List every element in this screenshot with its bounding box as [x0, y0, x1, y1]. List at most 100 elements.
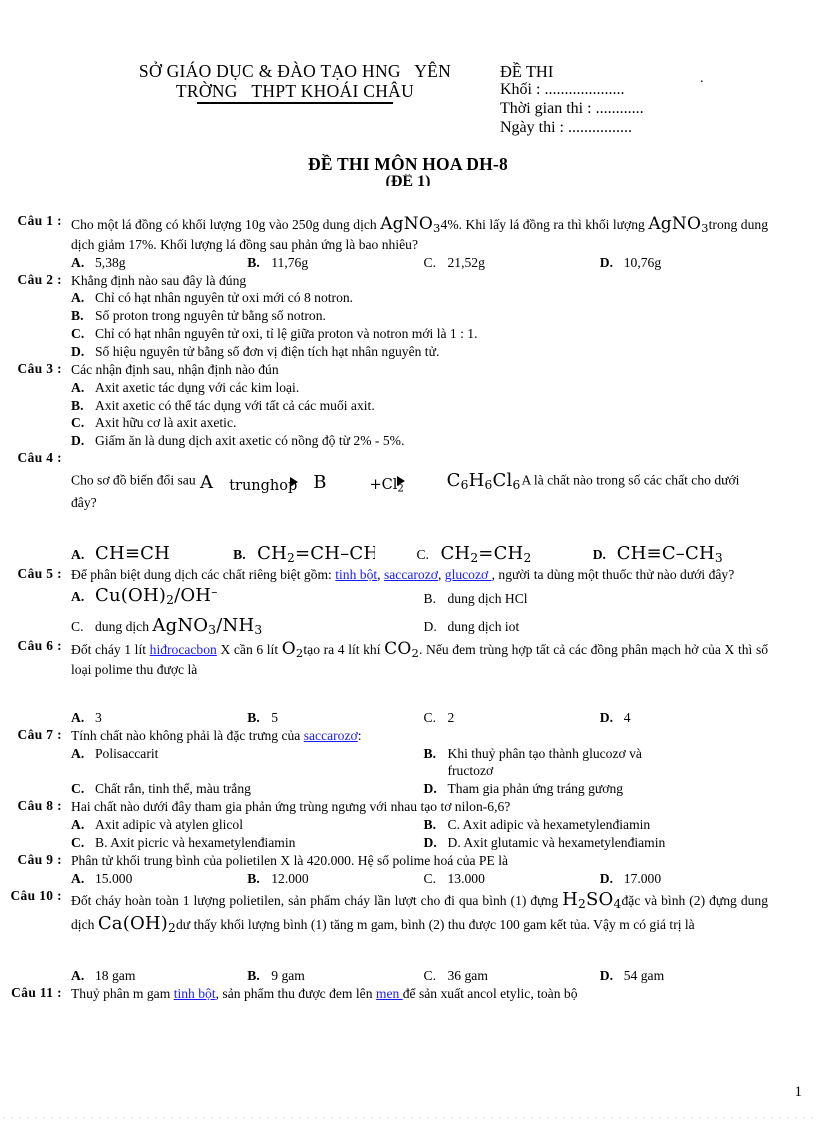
option-letter-b: B.: [423, 817, 436, 833]
footer-dotted-rule: [0, 1117, 816, 1119]
q2-option-a-row: A. Chỉ có hạt nhân nguyên tử oxi mới có 8…: [0, 289, 816, 307]
q3-option-a[interactable]: Axit axetic tác dụng với các kim loại.: [95, 379, 299, 397]
q2-option-b[interactable]: Số proton trong nguyên tử bằng số notron…: [95, 307, 326, 325]
q5-option-c[interactable]: dung dịch AgNO3/NH3: [95, 614, 262, 638]
q10-option-b[interactable]: 9 gam: [271, 967, 305, 985]
question-7: Câu 7 : Tính chất nào không phải là đặc …: [0, 727, 816, 745]
question-10: Câu 10 : Đốt cháy hoàn toàn 1 lượng poli…: [0, 888, 816, 938]
q7-text-a: Tính chất nào không phải là đặc trưng củ…: [71, 727, 301, 743]
q10-option-a[interactable]: 18 gam: [95, 967, 135, 985]
question-8-options-row1: A. Axit adipic và atylen glicol B. C. Axit…: [0, 816, 816, 834]
q6-option-d[interactable]: 4: [624, 709, 631, 727]
q1-option-d[interactable]: 10,76g: [624, 254, 661, 272]
option-row-item: C. 21,52g: [424, 254, 600, 272]
q5-text-b: , người ta dùng một thuốc thử nào dưới đ…: [491, 567, 735, 583]
q5-option-d[interactable]: dung dịch iot: [448, 618, 520, 636]
q2-option-d[interactable]: Số hiệu nguyên tử bằng số đơn vị điện tí…: [95, 343, 439, 361]
question-9-options: A. 15.000 B. 12.000 C. 13.000 D. 17.000: [0, 870, 816, 888]
q1-option-c[interactable]: 21,52g: [448, 254, 485, 272]
q7-option-c[interactable]: Chất rắn, tinh thể, màu trắng: [95, 780, 251, 798]
option-letter-a: A.: [71, 290, 85, 306]
option-row-item: B. 5: [247, 709, 423, 727]
header-underline: [197, 102, 393, 104]
link-tinh-bot[interactable]: tinh bột: [335, 567, 377, 582]
link-saccarozo[interactable]: saccarozơ: [384, 567, 438, 582]
q8-option-a[interactable]: Axit adipic và atylen glicol: [95, 816, 243, 834]
q3-option-c[interactable]: Axit hữu cơ là axit axetic.: [95, 414, 236, 432]
q3-option-b[interactable]: Axit axetic có thể tác dụng với tất cả c…: [95, 397, 375, 415]
q3-option-b-row: B. Axit axetic có thể tác dụng với tất cả…: [0, 397, 816, 415]
q1-option-b[interactable]: 11,76g: [271, 254, 308, 272]
option-row-item: A. CH≡CH: [71, 542, 233, 566]
option-row-item: D. D. Axit glutamic và hexametylenđiamin: [424, 834, 777, 852]
link-tinh-bot[interactable]: tinh bột: [174, 986, 216, 1001]
q10-option-c[interactable]: 36 gam: [448, 967, 488, 985]
question-5-text: Để phân biệt dung dịch các chất riêng bi…: [68, 566, 816, 584]
question-5-options-row1: A. Cu(OH)2/OH– B. dung dịch HCl: [0, 584, 816, 608]
question-11-text: Thuỷ phân m gam tinh bột, sản phẩm thu đ…: [68, 985, 816, 1003]
question-10-label: Câu 10 :: [10, 887, 62, 903]
question-3-text: Các nhận định sau, nhận định nào đún: [71, 361, 279, 377]
question-6: Câu 6 : Đốt cháy 1 lít hiđrocacbon X cần…: [0, 638, 816, 679]
q7-option-b[interactable]: Khi thuỷ phân tạo thành glucozơ và fruct…: [448, 745, 663, 781]
q9-option-a[interactable]: 15.000: [95, 870, 132, 888]
q10-text-c: dư thấy khối lượng bình (1) tăng m gam, …: [176, 917, 695, 933]
q5-option-a[interactable]: Cu(OH)2/OH–: [95, 584, 218, 608]
option-letter-d: D.: [71, 433, 85, 449]
q4-option-a[interactable]: CH≡CH: [95, 542, 170, 566]
option-letter-d: D.: [423, 781, 437, 797]
q6-option-a[interactable]: 3: [95, 709, 102, 727]
q4-option-d[interactable]: CH≡C–CH3: [617, 542, 723, 566]
grade-field: Khối : ....................: [500, 81, 625, 99]
option-row-item: C. B. Axit picric và hexametylenđiamin: [71, 834, 424, 852]
q7-text-b: :: [357, 727, 362, 743]
reaction-arrow-2-icon: +Cl2: [327, 476, 447, 495]
option-row-item: B. 12.000: [247, 870, 423, 888]
q2-option-a[interactable]: Chỉ có hạt nhân nguyên tử oxi mới có 8 n…: [95, 289, 353, 307]
q10-option-d[interactable]: 54 gam: [624, 967, 664, 985]
exam-page: SỞ GIÁO DỤC & ĐÀO TẠO HNG YÊN TRỜNG THPT…: [0, 0, 816, 1123]
q5-option-b[interactable]: dung dịch HCl: [448, 590, 528, 608]
scheme-species-a: A: [200, 471, 214, 493]
q6-formula-o2: O2: [281, 639, 304, 661]
q7-option-a[interactable]: Polisaccarit: [95, 745, 158, 763]
question-10-options: A. 18 gam B. 9 gam C. 36 gam D. 54 gam: [0, 967, 816, 985]
question-9: Câu 9 : Phân tử khối trung bình của poli…: [0, 852, 816, 870]
q10-formula-caoh2: Ca(OH)2: [97, 913, 176, 936]
option-row-item: A. Axit adipic và atylen glicol: [71, 816, 424, 834]
link-glucozo[interactable]: glucozơ: [445, 567, 492, 582]
q3-option-d[interactable]: Giấm ăn là dung dịch axit axetic có nồng…: [95, 432, 404, 450]
q2-option-c[interactable]: Chỉ có hạt nhân nguyên tử oxi, tỉ lệ giữ…: [95, 325, 477, 343]
exam-label: ĐỀ THI: [500, 62, 554, 81]
option-letter-c: C.: [423, 709, 436, 725]
link-hidrocacbon[interactable]: hiđrocacbon: [150, 642, 217, 657]
link-saccarozo[interactable]: saccarozơ: [304, 728, 358, 743]
question-8-label: Câu 8 :: [17, 798, 62, 814]
exam-info-block: ĐỀ THI Khối : .................... Thời …: [500, 62, 800, 137]
link-men[interactable]: men: [376, 986, 403, 1001]
q6-option-b[interactable]: 5: [271, 709, 278, 727]
q4-option-b[interactable]: CH2=CH–CH3: [257, 542, 375, 566]
q9-option-c[interactable]: 13.000: [448, 870, 485, 888]
q8-option-c[interactable]: B. Axit picric và hexametylenđiamin: [95, 834, 295, 852]
q1-text-b: 4%. Khi lấy lá đồng ra thì khối lượng: [440, 217, 645, 232]
q8-option-d[interactable]: D. Axit glutamic và hexametylenđiamin: [448, 834, 666, 852]
q6-formula-co2: CO2: [384, 639, 420, 661]
q7-option-d[interactable]: Tham gia phản ứng tráng gương: [448, 780, 624, 798]
q8-option-b[interactable]: C. Axit adipic và hexametylenđiamin: [448, 816, 651, 834]
q4-option-c[interactable]: CH2=CH2: [440, 542, 531, 566]
option-row-item: C. 13.000: [424, 870, 600, 888]
q9-option-b[interactable]: 12.000: [271, 870, 308, 888]
question-11-label: Câu 11 :: [11, 985, 62, 1001]
option-letter-b: B.: [71, 308, 84, 324]
option-row-item: B. Khi thuỷ phân tạo thành glucozơ và fru…: [424, 745, 777, 781]
arrow-1-label: trunghop: [229, 477, 298, 494]
option-row-item: D. 17.000: [600, 870, 776, 888]
q6-option-c[interactable]: 2: [448, 709, 455, 727]
q3-option-d-row: D. Giấm ăn là dung dịch axit axetic có nồ…: [0, 432, 816, 450]
q9-option-d[interactable]: 17.000: [624, 870, 661, 888]
question-7-options-row2: C. Chất rắn, tinh thể, màu trắng D. Tham g…: [0, 780, 816, 798]
q1-option-a[interactable]: 5,38g: [95, 254, 126, 272]
